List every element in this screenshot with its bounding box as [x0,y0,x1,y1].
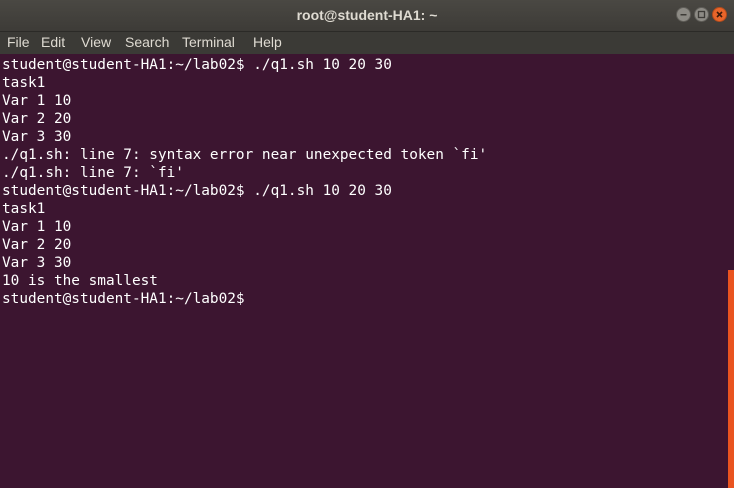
terminal-line: Var 3 30 [2,129,72,145]
terminal-line: student@student-HA1:~/lab02$ ./q1.sh 10 … [2,183,392,199]
terminal-line: Var 1 10 [2,93,72,109]
terminal-window: root@student-HA1: ~ File Edit View Searc… [0,0,734,488]
close-icon [716,11,723,18]
terminal-line: Var 1 10 [2,219,72,235]
maximize-icon [697,10,706,19]
menu-file[interactable]: File [7,34,30,50]
scrollbar[interactable] [728,54,734,488]
menu-edit[interactable]: Edit [41,34,65,50]
terminal-prompt-line: student@student-HA1:~/lab02$ [2,291,245,307]
minimize-icon [680,14,687,16]
terminal-line: 10 is the smallest [2,273,158,289]
menu-view[interactable]: View [81,34,111,50]
terminal-line: task1 [2,75,46,91]
terminal-line: ./q1.sh: line 7: syntax error near unexp… [2,147,488,163]
scrollbar-thumb[interactable] [728,270,734,488]
menu-bar: File Edit View Search Terminal Help [0,32,734,54]
terminal-line: Var 3 30 [2,255,72,271]
window-controls [676,7,727,22]
terminal-line: Var 2 20 [2,237,72,253]
window-title: root@student-HA1: ~ [296,7,438,23]
terminal-output[interactable]: student@student-HA1:~/lab02$ ./q1.sh 10 … [0,54,728,488]
minimize-button[interactable] [676,7,691,22]
menu-help[interactable]: Help [253,34,282,50]
close-button[interactable] [712,7,727,22]
terminal-line: student@student-HA1:~/lab02$ ./q1.sh 10 … [2,57,392,73]
menu-search[interactable]: Search [125,34,169,50]
terminal-line: task1 [2,201,46,217]
maximize-button[interactable] [694,7,709,22]
terminal-line: Var 2 20 [2,111,72,127]
title-bar[interactable]: root@student-HA1: ~ [0,0,734,32]
menu-terminal[interactable]: Terminal [182,34,235,50]
terminal-line: ./q1.sh: line 7: `fi' [2,165,184,181]
